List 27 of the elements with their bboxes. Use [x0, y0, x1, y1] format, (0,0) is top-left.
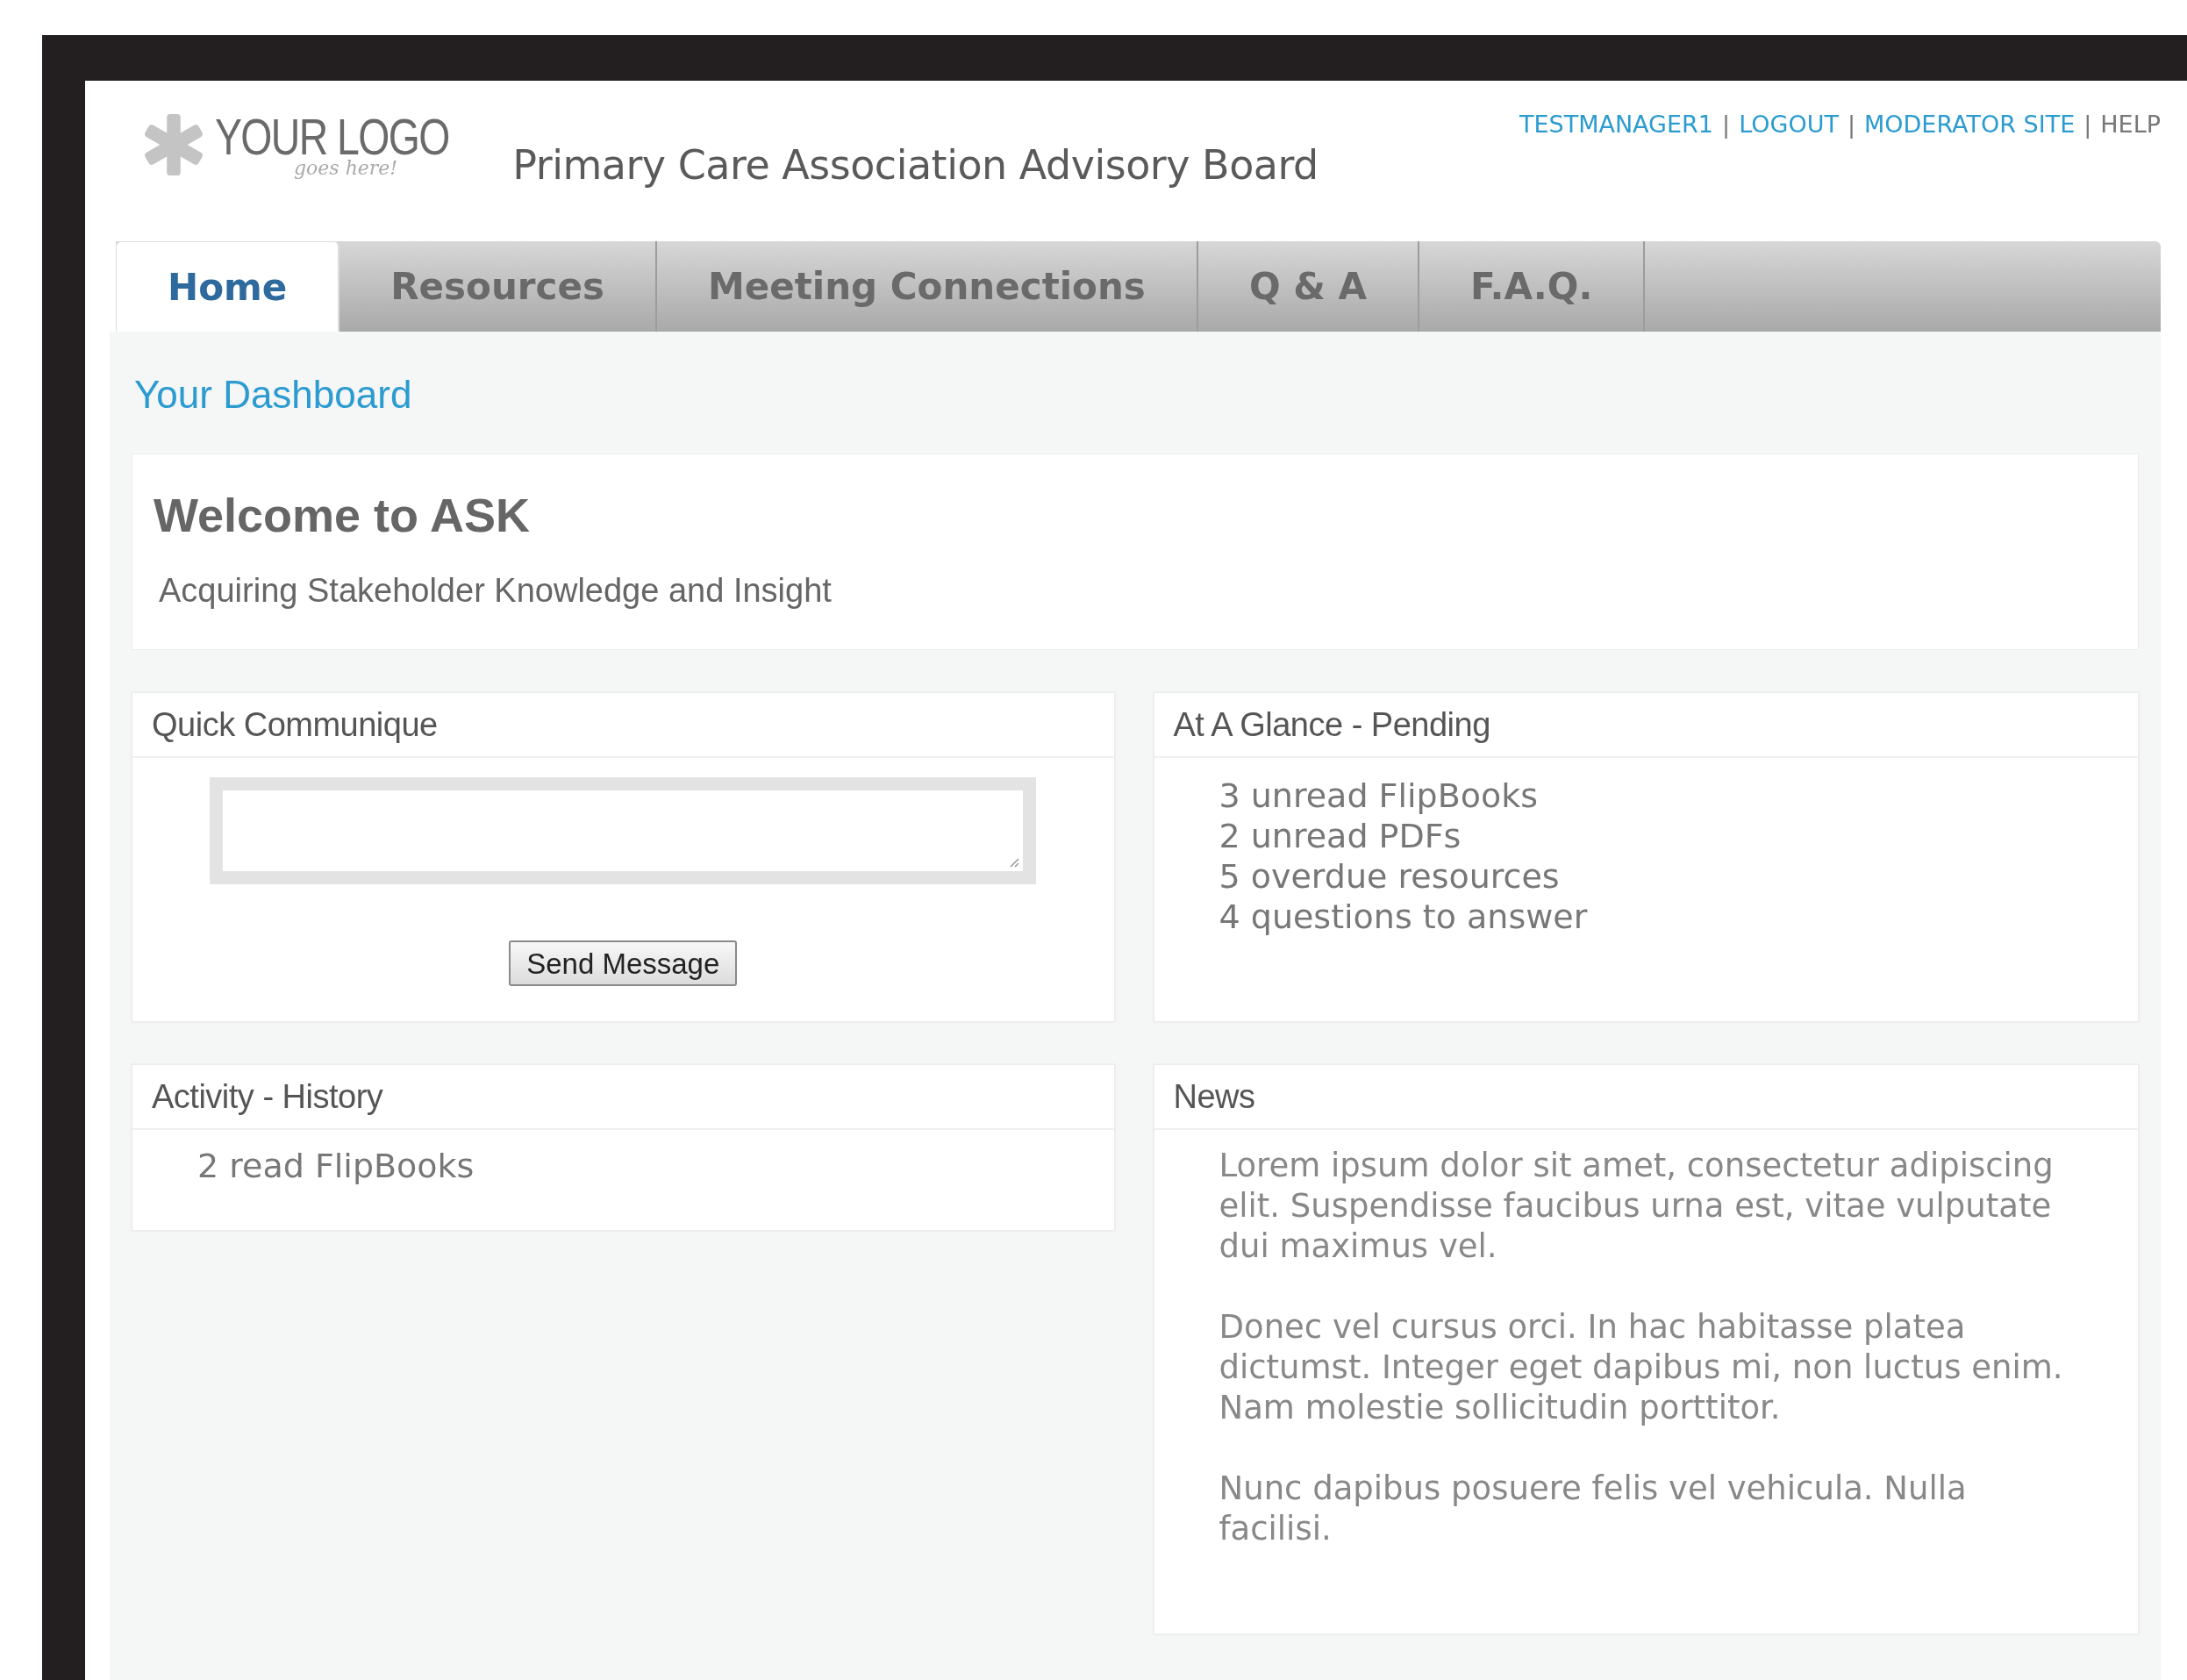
site-title: Primary Care Association Advisory Board	[512, 140, 1319, 190]
send-message-button[interactable]: Send Message	[509, 940, 738, 986]
activity-item: 2 read FlipBooks	[197, 1146, 475, 1186]
link-separator: |	[1847, 110, 1855, 140]
pending-item: 5 overdue resources	[1219, 856, 1561, 897]
header-link[interactable]: MODERATOR SITE	[1864, 107, 2076, 143]
panel-title: News	[1173, 1076, 1255, 1117]
news-paragraph: Lorem ipsum dolor sit amet, consectetur adipiscing elit. Suspendisse faucibus urna est, vitae vulputate dui maximus vel.	[1219, 1146, 2055, 1267]
nav-tab[interactable]: Home	[116, 241, 340, 332]
welcome-subtitle: Acquiring Stakeholder Knowledge and Insight	[159, 574, 833, 607]
news-paragraph: Donec vel cursus orci. In hac habitasse platea dictumst. Integer eget dapibus mi, non luctus enim. Nam molestie sollicitudin porttitor.	[1219, 1307, 2064, 1428]
pending-item: 2 unread PDFs	[1219, 816, 1462, 856]
dashboard-heading: Your Dashboard	[134, 375, 413, 414]
logo-tagline: goes here!	[294, 159, 399, 178]
header-link[interactable]: LOGOUT	[1739, 107, 1839, 143]
welcome-heading: Welcome to ASK	[154, 491, 532, 539]
link-separator: |	[2083, 110, 2092, 140]
news-paragraph: Nunc dapibus posuere felis vel vehicula. Nulla facilisi.	[1219, 1469, 1968, 1549]
header-link[interactable]: HELP	[2100, 107, 2161, 143]
pending-item: 3 unread FlipBooks	[1219, 776, 1540, 816]
panel-title: At A Glance - Pending	[1173, 704, 1490, 745]
link-separator: |	[1722, 110, 1731, 140]
panel-title: Activity - History	[152, 1076, 383, 1117]
panel-title: Quick Communique	[152, 704, 438, 745]
header-link[interactable]: TESTMANAGER1	[1519, 107, 1714, 143]
pending-item: 4 questions to answer	[1219, 897, 1589, 937]
message-field[interactable]	[210, 777, 1037, 884]
